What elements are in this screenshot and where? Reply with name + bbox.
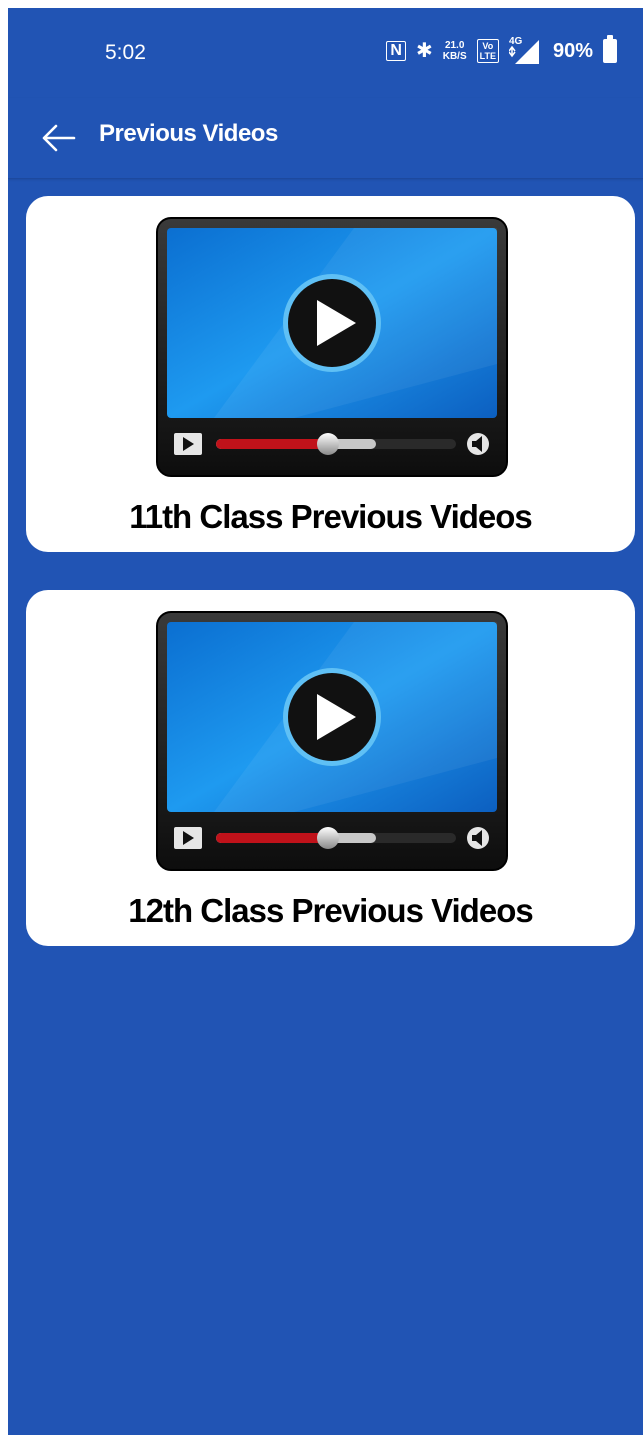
network-speed: 21.0 KB/S [443, 40, 467, 62]
status-icons: N ✱ 21.0 KB/S Vo LTE 4G 90% [386, 35, 617, 66]
card-12th-class[interactable]: 12th Class Previous Videos [26, 590, 635, 946]
card-11th-class[interactable]: 11th Class Previous Videos [26, 196, 635, 552]
card-label: 11th Class Previous Videos [129, 498, 533, 535]
battery-icon [603, 35, 617, 63]
back-button[interactable] [34, 114, 82, 162]
volte-bottom: LTE [479, 51, 496, 61]
volte-icon: Vo LTE [476, 39, 499, 63]
back-arrow-icon [42, 124, 76, 152]
video-player-icon [156, 611, 508, 871]
network-speed-value: 21.0 [444, 40, 465, 51]
signal-icon: 4G [508, 36, 541, 64]
app-bar: Previous Videos [8, 98, 643, 179]
page-title: Previous Videos [99, 120, 278, 147]
bluetooth-icon: ✱ [415, 40, 433, 62]
battery-percent: 90% [552, 39, 593, 62]
card-label: 12th Class Previous Videos [128, 892, 533, 929]
status-time: 5:02 [105, 41, 146, 64]
screen: 5:02 N ✱ 21.0 KB/S Vo LTE 4G 90% Previou… [8, 8, 643, 1435]
volte-top: Vo [482, 41, 494, 51]
video-player-icon [156, 217, 508, 477]
status-bar: 5:02 N ✱ 21.0 KB/S Vo LTE 4G 90% [8, 8, 643, 98]
nfc-icon: N [386, 41, 406, 61]
network-speed-unit: KB/S [442, 51, 467, 62]
